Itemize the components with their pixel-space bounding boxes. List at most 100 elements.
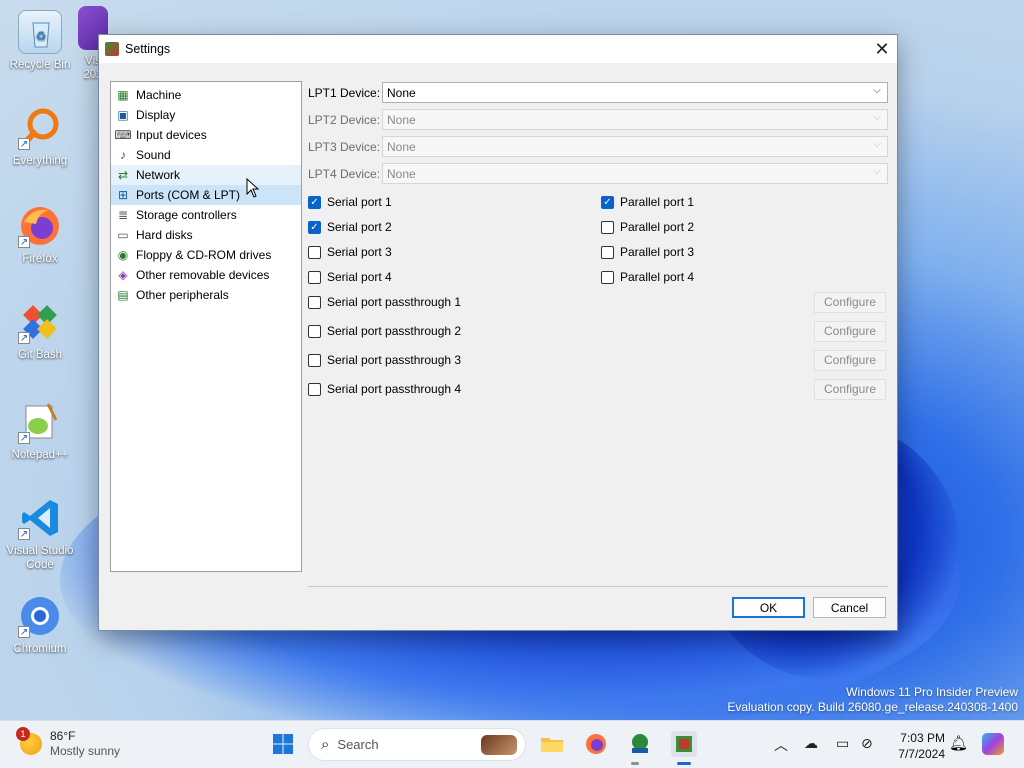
desktop-icon-label: Visual Studio Code xyxy=(6,545,74,571)
lpt3-row: LPT3 Device: None ⌵ xyxy=(308,133,888,160)
serial-port-2-checkbox[interactable]: ✓ Serial port 2 xyxy=(308,218,392,236)
checkmark-icon: ✓ xyxy=(308,220,321,234)
lpt2-label: LPT2 Device: xyxy=(308,112,381,127)
sidebar-item-input-devices[interactable]: ⌨ Input devices xyxy=(111,125,301,145)
weather-widget[interactable]: 1 86°F Mostly sunny xyxy=(16,727,120,759)
shortcut-arrow-icon: ↗ xyxy=(18,138,30,150)
configure-passthrough-1-button: Configure xyxy=(814,291,886,313)
chevron-up-icon[interactable]: ︿ xyxy=(774,735,788,755)
chevron-down-icon: ⌵ xyxy=(873,85,881,96)
removable-icon: ◈ xyxy=(118,268,128,282)
search-icon: ⌕ xyxy=(321,736,330,753)
checkbox-box xyxy=(601,270,614,284)
parallel-port-4-checkbox[interactable]: Parallel port 4 xyxy=(601,268,694,286)
desktop-icon-git-bash[interactable]: ↗ Git Bash xyxy=(2,300,78,362)
search-highlight-icon xyxy=(481,735,517,755)
notification-bell-icon[interactable]: 🔔︎ xyxy=(949,734,968,752)
serial-port-1-checkbox[interactable]: ✓ Serial port 1 xyxy=(308,193,392,211)
settings-category-list: ▦ Machine ▣ Display ⌨ Input devices ♪ So… xyxy=(110,81,302,572)
network-app-icon xyxy=(632,734,648,753)
checkbox-box xyxy=(308,245,321,259)
parallel-port-3-checkbox[interactable]: Parallel port 3 xyxy=(601,243,694,261)
onedrive-icon[interactable]: ☁ xyxy=(804,735,818,752)
chevron-down-icon: ⌵ xyxy=(873,166,881,177)
taskbar-file-explorer[interactable] xyxy=(539,731,565,757)
sound-icon: ♪ xyxy=(120,148,126,162)
checkbox-box xyxy=(601,245,614,259)
clock-date: 7/7/2024 xyxy=(898,747,945,761)
lpt1-value: None xyxy=(387,85,416,100)
mouse-cursor-icon xyxy=(246,178,260,198)
display-icon[interactable]: ▭ xyxy=(836,735,849,752)
parallel-port-2-checkbox[interactable]: Parallel port 2 xyxy=(601,218,694,236)
checkbox-label: Parallel port 4 xyxy=(620,270,695,284)
checkbox-label: Serial port 4 xyxy=(327,270,392,284)
taskbar-clock[interactable]: 7:03 PM 7/7/2024 xyxy=(891,730,945,762)
sidebar-item-other-removable[interactable]: ◈ Other removable devices xyxy=(111,265,301,285)
sidebar-item-network[interactable]: ⇄ Network xyxy=(111,165,301,185)
passthrough-4-checkbox[interactable]: Serial port passthrough 4 xyxy=(308,380,461,398)
copilot-icon[interactable] xyxy=(982,733,1004,755)
taskbar-emulator-app[interactable] xyxy=(671,731,697,757)
desktop-icon-label: Everything xyxy=(12,155,68,167)
desktop-icon-vscode[interactable]: ↗ Visual Studio Code xyxy=(2,496,78,572)
search-placeholder: Search xyxy=(337,737,379,752)
passthrough-3-checkbox[interactable]: Serial port passthrough 3 xyxy=(308,351,461,369)
passthrough-1-checkbox[interactable]: Serial port passthrough 1 xyxy=(308,293,461,311)
shortcut-arrow-icon: ↗ xyxy=(18,626,30,638)
sidebar-item-label: Input devices xyxy=(136,128,207,142)
sidebar-item-sound[interactable]: ♪ Sound xyxy=(111,145,301,165)
close-button[interactable]: ✕ xyxy=(867,35,897,63)
sidebar-item-hard-disks[interactable]: ▭ Hard disks xyxy=(111,225,301,245)
active-indicator xyxy=(677,762,691,765)
checkbox-label: Serial port passthrough 1 xyxy=(327,295,462,309)
desktop-icon-everything[interactable]: ↗ Everything xyxy=(2,106,78,168)
chevron-down-icon: ⌵ xyxy=(873,139,881,150)
lpt2-device-select: None ⌵ xyxy=(382,109,888,130)
sidebar-item-label: Machine xyxy=(136,88,182,102)
lpt1-device-select[interactable]: None ⌵ xyxy=(382,82,888,103)
title-bar[interactable]: Settings ✕ xyxy=(99,35,897,63)
shortcut-arrow-icon: ↗ xyxy=(18,236,30,248)
sidebar-item-label: Network xyxy=(136,168,181,182)
window-title: Settings xyxy=(125,42,171,56)
checkbox-label: Serial port 2 xyxy=(327,220,392,234)
taskbar-firefox[interactable] xyxy=(583,731,609,757)
parallel-port-1-checkbox[interactable]: ✓ Parallel port 1 xyxy=(601,193,694,211)
sidebar-item-label: Storage controllers xyxy=(136,208,237,222)
shortcut-arrow-icon: ↗ xyxy=(18,528,30,540)
desktop-icon-chromium[interactable]: ↗ Chromium xyxy=(2,594,78,656)
floppy-cdrom-icon: ◉ xyxy=(117,248,129,262)
sidebar-item-floppy-cdrom[interactable]: ◉ Floppy & CD-ROM drives xyxy=(111,245,301,265)
sidebar-item-label: Display xyxy=(136,108,176,122)
sidebar-item-ports[interactable]: ⊞ Ports (COM & LPT) xyxy=(111,185,301,205)
settings-window: Settings ✕ ▦ Machine ▣ Display ⌨ Input d… xyxy=(98,34,898,631)
cancel-button[interactable]: Cancel xyxy=(813,597,886,618)
start-button[interactable] xyxy=(270,731,296,757)
taskbar-network-app[interactable] xyxy=(627,731,653,757)
passthrough-2-checkbox[interactable]: Serial port passthrough 2 xyxy=(308,322,461,340)
ok-button[interactable]: OK xyxy=(732,597,805,618)
lpt4-value: None xyxy=(387,166,416,181)
serial-port-3-checkbox[interactable]: Serial port 3 xyxy=(308,243,392,261)
lpt4-row: LPT4 Device: None ⌵ xyxy=(308,160,888,187)
lpt1-label: LPT1 Device: xyxy=(308,85,381,100)
sidebar-item-other-peripherals[interactable]: ▤ Other peripherals xyxy=(111,285,301,305)
configure-passthrough-3-button: Configure xyxy=(814,349,886,371)
configure-passthrough-2-button: Configure xyxy=(814,320,886,342)
hard-disk-icon: ▭ xyxy=(117,228,129,242)
desktop-icon-recycle-bin[interactable]: ♻ Recycle Bin xyxy=(2,10,78,72)
taskbar-search-box[interactable]: ⌕ Search xyxy=(308,728,526,761)
sidebar-item-display[interactable]: ▣ Display xyxy=(111,105,301,125)
sidebar-item-machine[interactable]: ▦ Machine xyxy=(111,85,301,105)
emulator-app-icon xyxy=(676,736,692,752)
sidebar-item-storage-controllers[interactable]: ≣ Storage controllers xyxy=(111,205,301,225)
windows-watermark: Windows 11 Pro Insider Preview Evaluatio… xyxy=(727,685,1018,715)
serial-port-4-checkbox[interactable]: Serial port 4 xyxy=(308,268,392,286)
desktop-icon-notepadpp[interactable]: ↗ Notepad++ xyxy=(2,400,78,462)
shortcut-arrow-icon: ↗ xyxy=(18,332,30,344)
network-status-icon[interactable]: ⊘ xyxy=(861,735,873,752)
port-checkbox-grid: ✓ Serial port 1 ✓ Serial port 2 Serial p… xyxy=(308,187,888,287)
desktop-icon-firefox[interactable]: ↗ Firefox xyxy=(2,204,78,266)
passthrough-section: Serial port passthrough 1 Configure Seri… xyxy=(308,287,888,407)
